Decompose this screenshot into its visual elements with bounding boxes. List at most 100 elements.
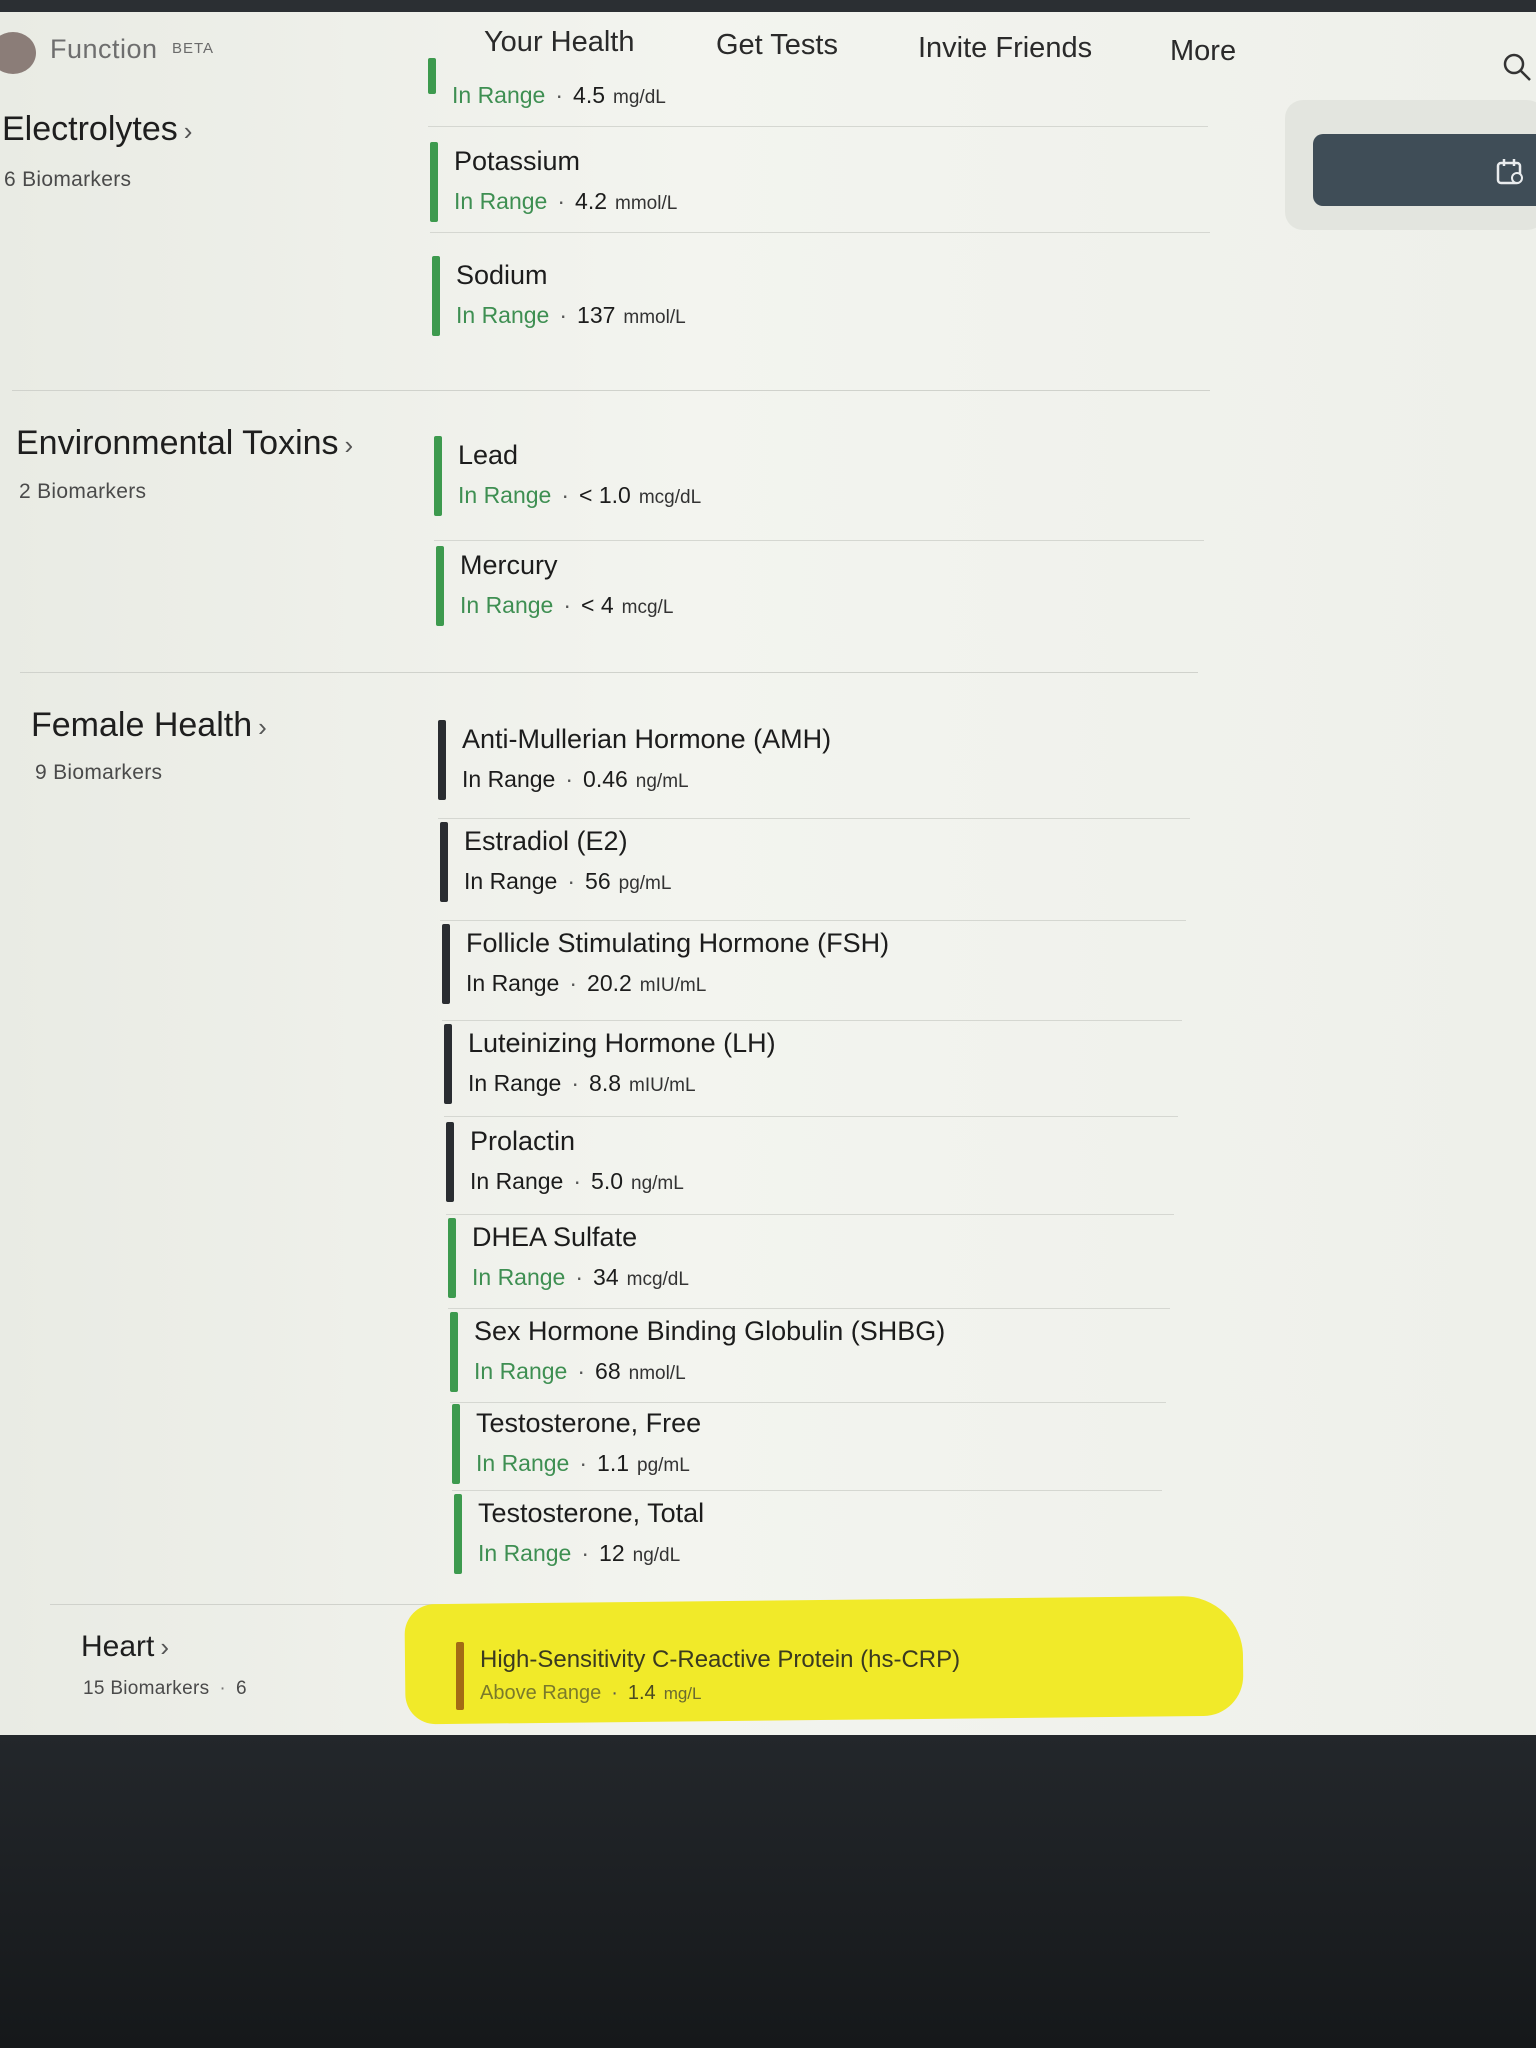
- biomarker-value: 4.2: [575, 188, 608, 214]
- biomarker-unit: mIU/mL: [629, 1075, 696, 1096]
- biomarker-name: High-Sensitivity C-Reactive Protein (hs-…: [480, 1646, 961, 1673]
- biomarker-stat: In Range · 4.2 mmol/L: [454, 188, 678, 214]
- row-divider: [438, 818, 1190, 819]
- status-label: Above Range: [480, 1682, 602, 1704]
- logo-icon[interactable]: [0, 32, 36, 74]
- biomarker-unit: mcg/L: [621, 597, 674, 618]
- biomarker-stat: In Range · 137 mmol/L: [456, 302, 686, 328]
- row-divider: [430, 232, 1210, 233]
- top-nav: Function BETA Your Health Get Tests Invi…: [0, 12, 1536, 88]
- biomarker-unit: ng/mL: [631, 1173, 684, 1194]
- status-bar: [442, 924, 450, 1004]
- status-label: In Range: [478, 1540, 572, 1566]
- biomarker-value: 12: [599, 1540, 625, 1566]
- status-bar: [436, 546, 444, 626]
- biomarker-name: Mercury: [460, 550, 558, 580]
- nav-invite-friends[interactable]: Invite Friends: [918, 32, 1092, 65]
- biomarker-unit: mIU/mL: [639, 975, 707, 996]
- biomarker-stat: In Range · 8.8 mIU/mL: [468, 1070, 696, 1096]
- section-title-label: Environmental Toxins: [16, 424, 339, 462]
- chevron-right-icon: ›: [258, 712, 267, 742]
- status-bar: [448, 1218, 456, 1298]
- biomarker-value: 56: [585, 868, 611, 894]
- biomarker-stat: In Range · 12 ng/dL: [478, 1540, 681, 1566]
- status-label: In Range: [462, 766, 556, 792]
- biomarker-stat: In Range · < 4 mcg/L: [460, 592, 674, 618]
- row-divider: [434, 540, 1204, 541]
- biomarker-stat: In Range · 4.5 mg/dL: [452, 82, 666, 108]
- section-count: 6 Biomarkers: [4, 168, 132, 191]
- status-bar: [438, 720, 446, 800]
- section-title-female-health[interactable]: Female Health ›: [31, 706, 267, 745]
- row-divider: [450, 1402, 1166, 1403]
- biomarker-stat: In Range · 68 nmol/L: [474, 1358, 686, 1384]
- biomarker-name: Anti-Mullerian Hormone (AMH): [462, 724, 832, 754]
- status-label: In Range: [452, 82, 546, 108]
- biomarker-name: DHEA Sulfate: [472, 1222, 638, 1252]
- section-count: 2 Biomarkers: [19, 480, 147, 503]
- biomarker-stat: In Range · 56 pg/mL: [464, 868, 672, 894]
- biomarker-value: 1.1: [597, 1450, 630, 1476]
- biomarker-value: 34: [593, 1264, 619, 1290]
- status-label: In Range: [464, 868, 558, 894]
- status-bar: [430, 142, 438, 222]
- status-bar: [450, 1312, 458, 1392]
- biomarker-stat: In Range · 0.46 ng/mL: [462, 766, 689, 792]
- biomarker-name: Testosterone, Free: [476, 1408, 702, 1438]
- biomarker-unit: mcg/dL: [626, 1269, 689, 1290]
- biomarker-unit: ng/mL: [635, 771, 689, 792]
- status-label: In Range: [458, 482, 552, 508]
- biomarker-unit: ng/dL: [632, 1545, 681, 1566]
- section-title-heart[interactable]: Heart ›: [81, 1630, 169, 1664]
- biomarker-value: 0.46: [583, 766, 628, 792]
- biomarker-stat: In Range · 5.0 ng/mL: [470, 1168, 684, 1194]
- biomarker-name: Estradiol (E2): [464, 826, 628, 856]
- biomarker-stat: In Range · < 1.0 mcg/dL: [458, 482, 702, 508]
- status-label: In Range: [466, 970, 560, 996]
- section-title-electrolytes[interactable]: Electrolytes ›: [2, 110, 192, 149]
- biomarker-name: Sex Hormone Binding Globulin (SHBG): [474, 1316, 946, 1346]
- biomarker-name: Prolactin: [470, 1126, 576, 1156]
- biomarker-name: Follicle Stimulating Hormone (FSH): [466, 928, 890, 958]
- biomarker-name: Potassium: [454, 146, 581, 176]
- status-label: In Range: [468, 1070, 562, 1096]
- nav-your-health[interactable]: Your Health: [484, 26, 634, 59]
- biomarker-value: 20.2: [587, 970, 632, 996]
- status-bar: [454, 1494, 462, 1574]
- status-label: In Range: [472, 1264, 566, 1290]
- biomarker-value: 4.5: [573, 82, 606, 108]
- status-bar: [440, 822, 448, 902]
- biomarker-name: Testosterone, Total: [478, 1498, 705, 1528]
- section-title-label: Electrolytes: [2, 110, 178, 148]
- section-title-environmental-toxins[interactable]: Environmental Toxins ›: [16, 424, 353, 463]
- nav-get-tests[interactable]: Get Tests: [716, 29, 838, 62]
- search-icon[interactable]: [1502, 52, 1532, 82]
- biomarker-unit: nmol/L: [628, 1363, 686, 1384]
- status-bar: [446, 1122, 454, 1202]
- status-bar: [428, 58, 436, 94]
- status-label: In Range: [456, 302, 550, 328]
- row-divider: [448, 1308, 1170, 1309]
- biomarker-unit: mmol/L: [615, 193, 678, 214]
- biomarker-stat: In Range · 20.2 mIU/mL: [466, 970, 707, 996]
- status-label: In Range: [476, 1450, 570, 1476]
- biomarker-stat: In Range · 34 mcg/dL: [472, 1264, 689, 1290]
- biomarker-value: < 4: [581, 592, 614, 618]
- nav-more[interactable]: More: [1170, 35, 1236, 68]
- biomarker-name: Luteinizing Hormone (LH): [468, 1028, 776, 1058]
- beta-badge: BETA: [172, 40, 215, 57]
- biomarker-value: < 1.0: [579, 482, 631, 508]
- brand-name[interactable]: Function: [50, 34, 158, 65]
- status-bar: [452, 1404, 460, 1484]
- row-divider: [428, 126, 1208, 127]
- status-label: In Range: [474, 1358, 568, 1384]
- screen-top-edge: [0, 0, 1536, 12]
- biomarker-name: Sodium: [456, 260, 548, 290]
- biomarker-unit: mg/dL: [613, 87, 666, 108]
- laptop-bezel: [0, 1735, 1536, 2048]
- biomarker-name: Lead: [458, 440, 519, 470]
- section-title-label: Female Health: [31, 706, 253, 744]
- biomarker-stat: In Range · 1.1 pg/mL: [476, 1450, 690, 1476]
- status-bar: [456, 1642, 464, 1710]
- status-bar: [434, 436, 442, 516]
